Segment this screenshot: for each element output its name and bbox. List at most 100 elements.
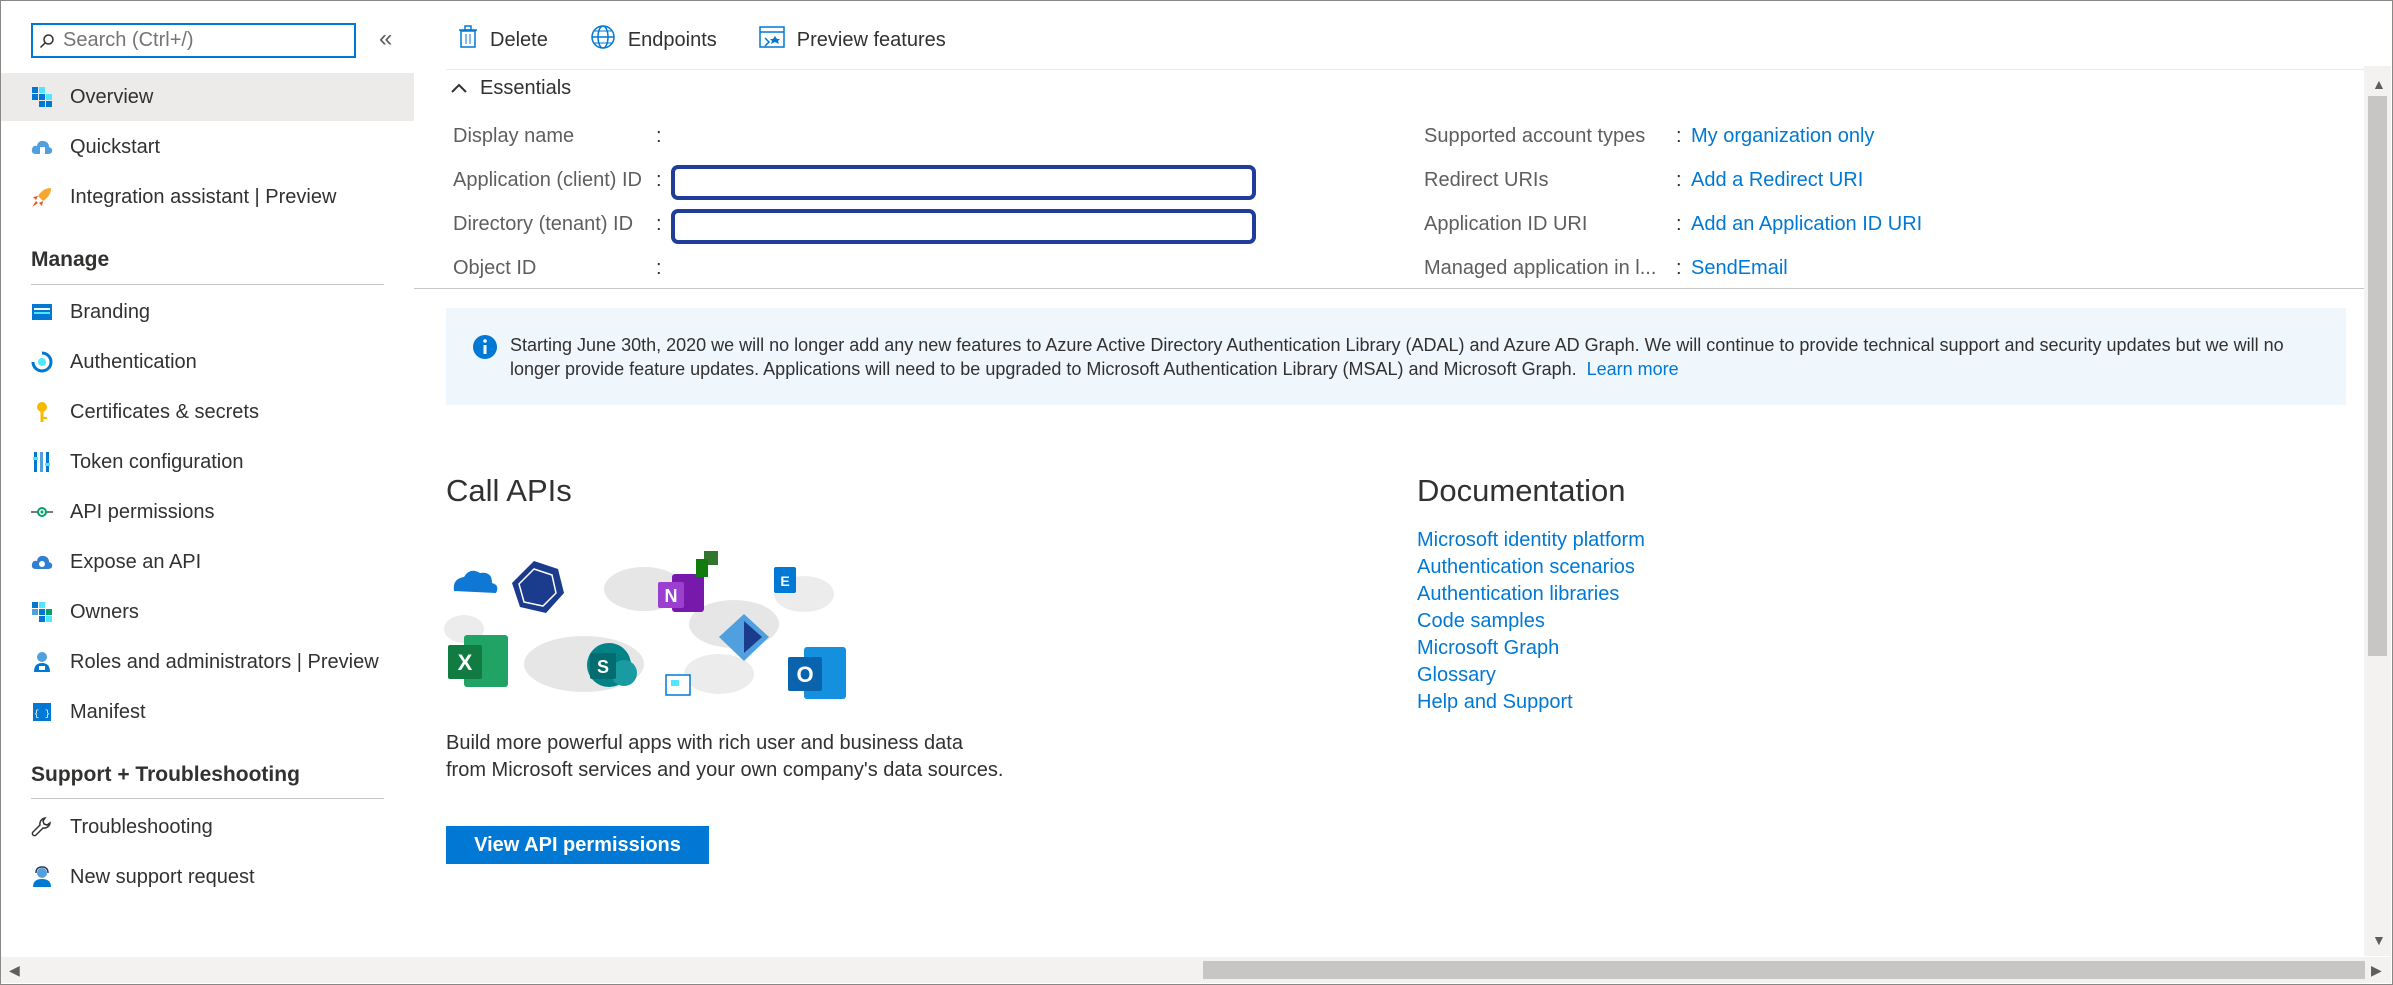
manage-divider (31, 284, 384, 285)
managed-app-label: Managed application in l... (1424, 257, 1657, 279)
main-content: Delete Endpoints Preview features Essent… (414, 1, 2364, 956)
doc-link-glossary[interactable]: Glossary (1417, 664, 1496, 687)
adal-info-banner: Starting June 30th, 2020 we will no long… (446, 308, 2346, 405)
roles-user-icon (30, 650, 54, 674)
sidebar-item-label: Roles and administrators | Preview (70, 650, 379, 673)
sidebar-item-label: Branding (70, 300, 151, 323)
manage-heading: Manage (31, 248, 110, 271)
redirect-uri-link[interactable]: Add a Redirect URI (1691, 169, 1863, 192)
owners-grid-icon (30, 600, 54, 624)
endpoints-label: Endpoints (627, 28, 717, 51)
sidebar-item-roles-and-administrators[interactable]: Roles and administrators | Preview (1, 638, 414, 686)
colon-separator: : (656, 257, 662, 279)
manifest-icon: { } (30, 700, 54, 724)
managed-app-link[interactable]: SendEmail (1691, 257, 1788, 280)
info-icon (472, 334, 498, 365)
vertical-scroll-thumb[interactable] (2368, 96, 2387, 656)
essentials-toggle[interactable]: Essentials (450, 77, 571, 100)
sidebar-item-branding[interactable]: Branding (1, 288, 414, 336)
cloud-api-icon (30, 550, 54, 574)
sidebar-item-authentication[interactable]: Authentication (1, 338, 414, 386)
sidebar-item-certificates[interactable]: Certificates & secrets (1, 388, 414, 436)
colon-separator: : (656, 213, 662, 235)
banner-text: Starting June 30th, 2020 we will no long… (510, 335, 2284, 379)
sidebar-item-expose-an-api[interactable]: Expose an API (1, 538, 414, 586)
trash-icon (458, 25, 490, 55)
sidebar-item-label: Expose an API (70, 550, 202, 573)
preview-features-button[interactable]: Preview features (759, 26, 946, 54)
vertical-scrollbar[interactable]: ▲ ▼ (2364, 66, 2391, 956)
sidebar-item-integration-assistant[interactable]: Integration assistant | Preview (1, 173, 414, 221)
account-types-link[interactable]: My organization only (1691, 125, 1874, 148)
doc-link-help-support[interactable]: Help and Support (1417, 691, 1573, 714)
sidebar-item-token-configuration[interactable]: Token configuration (1, 438, 414, 486)
sidebar-item-owners[interactable]: Owners (1, 588, 414, 636)
scroll-right-icon[interactable]: ▶ (2371, 962, 2382, 979)
wrench-icon (30, 815, 54, 839)
colon-separator: : (656, 169, 662, 191)
delete-button[interactable]: Delete (458, 25, 548, 55)
tenant-id-value-box[interactable] (671, 209, 1256, 244)
svg-text:X: X (458, 650, 473, 675)
sidebar-item-label: Authentication (70, 350, 197, 373)
preview-features-label: Preview features (796, 28, 946, 51)
banner-text-block: Starting June 30th, 2020 we will no long… (510, 333, 2310, 381)
sidebar-item-manifest[interactable]: { } Manifest (1, 688, 414, 736)
horizontal-scroll-thumb[interactable] (1203, 961, 2365, 979)
doc-link-identity-platform[interactable]: Microsoft identity platform (1417, 529, 1645, 552)
doc-link-code-samples[interactable]: Code samples (1417, 610, 1545, 633)
sidebar-item-label: Quickstart (70, 135, 161, 158)
doc-link-auth-libraries[interactable]: Authentication libraries (1417, 583, 1619, 606)
sidebar-item-quickstart[interactable]: Quickstart (1, 123, 414, 171)
app-id-uri-label: Application ID URI (1424, 213, 1588, 235)
horizontal-scrollbar[interactable]: ◀ ▶ (1, 957, 2391, 983)
authentication-icon (30, 350, 54, 374)
sidebar-item-api-permissions[interactable]: API permissions (1, 488, 414, 536)
microsoft-services-illustration: N E X S O (444, 551, 846, 699)
svg-text:O: O (796, 662, 813, 687)
sidebar: « Overview Quickstart Integration assist… (1, 1, 414, 956)
branding-icon (30, 300, 54, 324)
sidebar-item-label: Manifest (70, 700, 146, 723)
client-id-value-box[interactable] (671, 165, 1256, 200)
key-icon (30, 400, 54, 424)
preview-features-icon (759, 26, 797, 54)
learn-more-link[interactable]: Learn more (1587, 359, 1679, 379)
overview-grid-icon (30, 85, 54, 109)
collapse-sidebar-button[interactable]: « (379, 25, 392, 53)
rocket-icon (30, 185, 54, 209)
svg-text:S: S (597, 657, 609, 677)
client-id-label: Application (client) ID (453, 169, 642, 191)
call-apis-description: Build more powerful apps with rich user … (446, 732, 1004, 781)
sidebar-item-label: Owners (70, 600, 139, 623)
sidebar-item-troubleshooting[interactable]: Troubleshooting (1, 803, 414, 851)
redirect-uris-label: Redirect URIs (1424, 169, 1549, 191)
colon-separator: : (1676, 169, 1682, 191)
view-api-permissions-button[interactable]: View API permissions (446, 826, 709, 864)
search-box[interactable] (31, 23, 356, 58)
sidebar-item-label: Certificates & secrets (70, 400, 259, 423)
endpoints-button[interactable]: Endpoints (590, 24, 717, 56)
object-id-label: Object ID (453, 257, 537, 279)
svg-text:N: N (665, 586, 678, 606)
svg-text:{ }: { } (34, 709, 50, 719)
doc-link-auth-scenarios[interactable]: Authentication scenarios (1417, 556, 1635, 579)
search-input[interactable] (61, 28, 345, 53)
sidebar-item-new-support-request[interactable]: New support request (1, 853, 414, 901)
essentials-heading: Essentials (480, 77, 572, 99)
scroll-up-icon[interactable]: ▲ (2372, 76, 2386, 92)
scroll-down-icon[interactable]: ▼ (2372, 932, 2386, 948)
sidebar-item-overview[interactable]: Overview (1, 73, 414, 121)
globe-icon (590, 24, 628, 56)
sidebar-item-label: Troubleshooting (70, 815, 213, 838)
support-person-icon (30, 865, 54, 889)
app-id-uri-link[interactable]: Add an Application ID URI (1691, 213, 1922, 236)
quickstart-cloud-icon (30, 135, 54, 159)
svg-text:E: E (780, 573, 789, 589)
sidebar-item-label: Integration assistant | Preview (70, 185, 337, 208)
sidebar-item-label: Overview (70, 85, 154, 108)
token-bars-icon (30, 450, 54, 474)
display-name-label: Display name (453, 125, 575, 147)
scroll-left-icon[interactable]: ◀ (9, 962, 20, 979)
doc-link-microsoft-graph[interactable]: Microsoft Graph (1417, 637, 1559, 660)
